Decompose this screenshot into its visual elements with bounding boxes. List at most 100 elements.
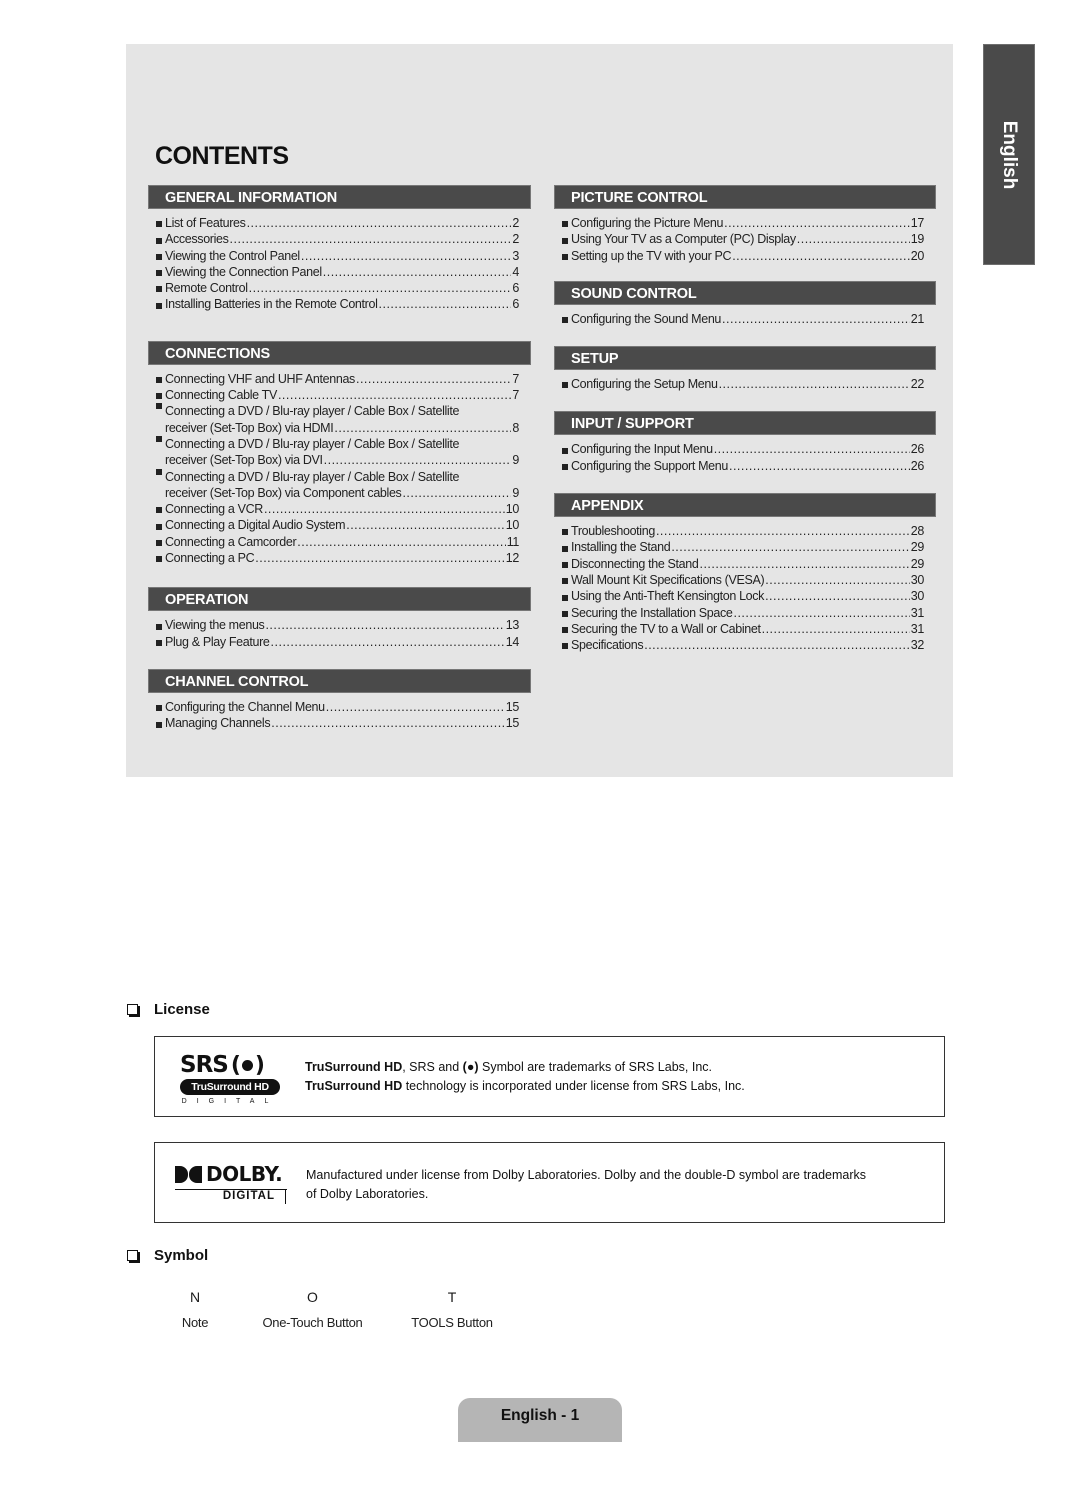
toc-entry[interactable]: Viewing the Control Panel 3 xyxy=(156,248,519,264)
toc-entry-page: 6 xyxy=(512,281,519,296)
toc-entry[interactable]: Plug & Play Feature 14 xyxy=(156,634,519,650)
srs-symbol-icon: () xyxy=(230,1052,265,1078)
dolby-logo-sub: DIGITAL xyxy=(175,1189,287,1204)
leader-dots xyxy=(271,715,505,731)
leader-dots xyxy=(264,501,505,517)
leader-dots xyxy=(402,485,511,501)
page-number-tab: English - 1 xyxy=(458,1398,622,1442)
symbol-heading-text: Symbol xyxy=(154,1247,209,1264)
leader-dots xyxy=(230,231,512,247)
dolby-line2: of Dolby Laboratories. xyxy=(306,1186,429,1201)
toc-entry[interactable]: Connecting VHF and UHF Antennas 7 xyxy=(156,371,519,387)
toc-entry[interactable]: Connecting a VCR 10 xyxy=(156,501,519,517)
section-header: SETUP xyxy=(554,346,936,371)
dolby-license-box: DOLBY. DIGITAL Manufactured under licens… xyxy=(154,1142,945,1223)
square-bullet-icon xyxy=(156,302,162,309)
toc-entry-page: 31 xyxy=(910,621,925,636)
toc-entry-page: 20 xyxy=(910,248,925,263)
toc-entry-label: Viewing the Control Panel xyxy=(165,248,300,263)
toc-entry-label: Specifications xyxy=(571,638,644,653)
toc-entry[interactable]: Configuring the Sound Menu 21 xyxy=(562,311,924,327)
section-header: APPENDIX xyxy=(554,493,936,518)
toc-entry[interactable]: Using the Anti-Theft Kensington Lock 30 xyxy=(562,588,924,604)
toc-entry[interactable]: Configuring the Picture Menu 17 xyxy=(562,215,924,231)
toc-entry[interactable]: Installing Batteries in the Remote Contr… xyxy=(156,296,519,312)
toc-entry[interactable]: Configuring the Channel Menu 15 xyxy=(156,699,519,715)
toc-entry-page: 7 xyxy=(512,388,519,403)
square-bullet-icon xyxy=(156,270,162,277)
srs-line2-bold: TruSurround HD xyxy=(305,1078,403,1093)
toc-entry-label: Connecting a VCR xyxy=(165,502,263,517)
section-header: PICTURE CONTROL xyxy=(554,185,936,209)
toc-entry-label: Connecting Cable TV xyxy=(165,388,277,403)
toc-entry[interactable]: Managing Channels 15 xyxy=(156,715,519,731)
page-number: English - 1 xyxy=(500,1407,580,1424)
toc-entry[interactable]: Connecting a Camcorder 11 xyxy=(156,534,519,550)
toc-entry-page: 7 xyxy=(512,371,519,386)
toc-entry-label: Connecting a DVD / Blu-ray player / Cabl… xyxy=(165,469,460,484)
toc-entry[interactable]: Specifications 32 xyxy=(562,637,924,653)
toc-entry-label-continued: receiver (Set-Top Box) via HDMI xyxy=(165,420,334,435)
toc-entry[interactable]: Wall Mount Kit Specifications (VESA) 30 xyxy=(562,572,924,588)
toc-entry-page: 26 xyxy=(910,458,925,473)
toc-entry-label: Troubleshooting xyxy=(571,524,655,539)
toc-entry[interactable]: Remote Control 6 xyxy=(156,280,519,296)
srs-inline-symbol-icon: (●) xyxy=(462,1060,479,1074)
toc-entry[interactable]: Setting up the TV with your PC 20 xyxy=(562,248,924,264)
toc-entry[interactable]: Configuring the Setup Menu 22 xyxy=(562,376,924,392)
section-header: GENERAL INFORMATION xyxy=(148,185,531,209)
toc-list: Configuring the Picture Menu17Using Your… xyxy=(554,209,936,264)
toc-entry-label: Remote Control xyxy=(165,281,248,296)
toc-entry[interactable]: List of Features 2 xyxy=(156,215,519,231)
toc-entry-label: Installing the Stand xyxy=(571,540,671,555)
toc-entry[interactable]: Viewing the Connection Panel 4 xyxy=(156,264,519,280)
leader-dots xyxy=(762,621,910,637)
toc-entry[interactable]: Connecting a PC 12 xyxy=(156,550,519,566)
toc-left-column: GENERAL INFORMATION List of Features2Acce… xyxy=(148,185,531,732)
leader-dots xyxy=(671,539,909,555)
leader-dots xyxy=(714,441,910,457)
toc-entry-page: 26 xyxy=(910,442,925,457)
toc-entry-label: Connecting a Digital Audio System xyxy=(165,518,346,533)
toc-entry[interactable]: Configuring the Support Menu 26 xyxy=(562,458,924,474)
toc-entry[interactable]: Installing the Stand 29 xyxy=(562,539,924,555)
square-bullet-icon xyxy=(562,317,568,324)
toc-entry[interactable]: Disconnecting the Stand 29 xyxy=(562,556,924,572)
toc-entry-label: Configuring the Picture Menu xyxy=(571,216,724,230)
square-bullet-icon xyxy=(562,237,568,244)
toc-entry[interactable]: Securing the Installation Space 31 xyxy=(562,605,924,621)
srs-line1-b: Symbol are trademarks of SRS Labs, Inc. xyxy=(478,1060,712,1074)
square-bullet-icon xyxy=(156,221,162,228)
square-bullet-icon xyxy=(156,507,162,514)
toc-entry-page: 14 xyxy=(505,634,520,649)
square-bullet-icon xyxy=(562,627,568,634)
toc-entry[interactable]: Securing the TV to a Wall or Cabinet 31 xyxy=(562,621,924,637)
toc-section: SETUP Configuring the Setup Menu 22 xyxy=(554,346,936,392)
leader-dots xyxy=(719,376,910,392)
toc-entry[interactable]: Connecting a DVD / Blu-ray player / Cabl… xyxy=(156,468,519,502)
toc-entry-label: Configuring the Setup Menu xyxy=(571,377,718,392)
toc-entry[interactable]: Accessories 2 xyxy=(156,231,519,247)
symbol-label: Note xyxy=(181,1315,209,1330)
toc-entry[interactable]: Using Your TV as a Computer (PC) Display… xyxy=(562,231,924,247)
page-title: CONTENTS xyxy=(155,142,289,170)
toc-list: Troubleshooting28Installing the Stand29D… xyxy=(554,517,936,653)
square-bullet-icon xyxy=(562,578,568,585)
dolby-license-text: Manufactured under license from Dolby La… xyxy=(306,1166,866,1203)
dolby-logo: DOLBY. DIGITAL xyxy=(175,1162,287,1204)
toc-entry-label: Connecting a Camcorder xyxy=(165,534,297,549)
toc-entry[interactable]: Connecting a DVD / Blu-ray player / Cabl… xyxy=(156,435,519,469)
toc-entry[interactable]: Connecting a Digital Audio System 10 xyxy=(156,517,519,533)
leader-dots xyxy=(265,617,504,633)
toc-entry[interactable]: Connecting a DVD / Blu-ray player / Cabl… xyxy=(156,403,519,436)
toc-entry[interactable]: Viewing the menus 13 xyxy=(156,617,519,633)
toc-entry-label: Configuring the Support Menu xyxy=(571,458,728,473)
toc-entry[interactable]: Connecting Cable TV 7 xyxy=(156,387,519,403)
toc-entry-page: 15 xyxy=(505,716,520,731)
square-bullet-icon xyxy=(562,594,568,601)
toc-entry[interactable]: Configuring the Input Menu 26 xyxy=(562,441,924,457)
toc-entry-label: Managing Channels xyxy=(165,716,271,731)
toc-entry[interactable]: Troubleshooting 28 xyxy=(562,523,924,539)
square-bullet-icon xyxy=(156,705,162,712)
